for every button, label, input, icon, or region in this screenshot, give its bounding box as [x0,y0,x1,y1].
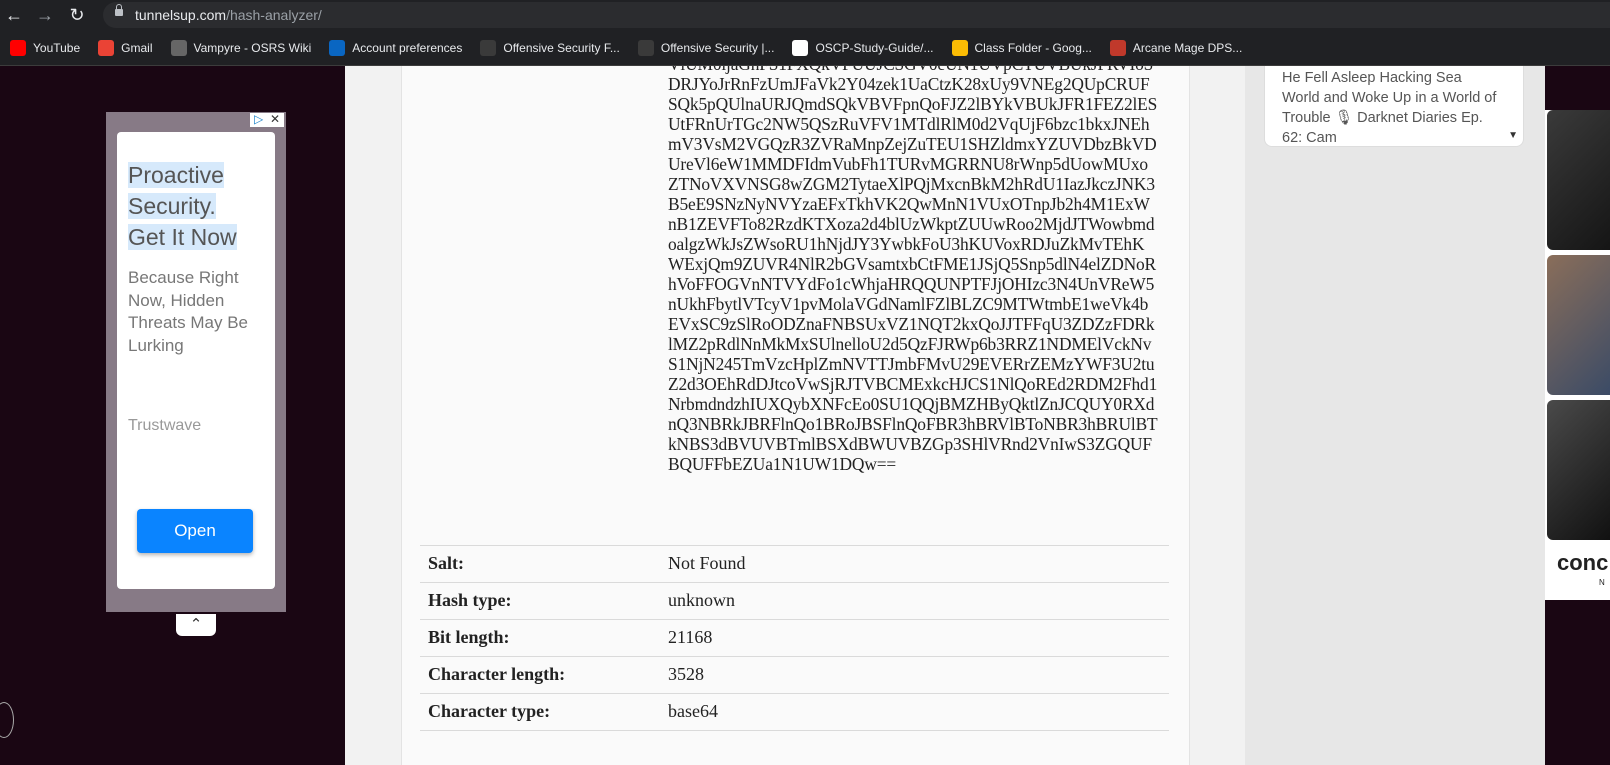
browser-toolbar: ← → ↻ tunnelsup.com/hash-analyzer/ [0,0,1610,30]
bookmark-label: Offensive Security |... [660,40,775,55]
ad-product-image[interactable] [1547,255,1610,395]
ad-brand: Trustwave [128,417,202,434]
bookmarks-bar: YouTube Gmail Vampyre - OSRS Wiki Account p… [0,30,1610,66]
bookmark-label: YouTube [33,40,81,55]
hash-type-value: unknown [668,590,735,610]
right-advertisement[interactable]: conc N [1545,110,1610,600]
offsec-icon [480,39,497,56]
chevron-up-icon[interactable]: ⌃ [176,614,216,636]
bookmark-item[interactable]: Arcane Mage DPS... [1102,35,1250,61]
character-type-value: base64 [668,701,718,721]
bookmark-item[interactable]: Vampyre - OSRS Wiki [163,35,320,61]
character-length-label: Character length: [428,664,566,684]
ad-open-button[interactable]: Open [137,509,253,553]
ad-choices-icon[interactable]: ▷ [254,112,263,126]
bookmark-item[interactable]: Offensive Security |... [630,35,783,61]
ad-headline[interactable]: Proactive Security. Get It Now [128,160,237,253]
bookmark-item[interactable]: Gmail [90,35,160,61]
character-type-label: Character type: [428,701,551,721]
character-length-row: Character length: 3528 [420,656,1169,693]
character-length-value: 3528 [668,664,704,684]
bit-length-row: Bit length: 21168 [420,619,1169,656]
address-bar[interactable]: tunnelsup.com/hash-analyzer/ [103,2,1610,28]
lock-icon [115,4,123,16]
salt-value: Not Found [668,553,746,573]
ad-brand-partial-small: N [1599,578,1605,587]
bookmark-label: Account preferences [352,40,463,55]
bookmark-item[interactable]: Offensive Security F... [472,35,628,61]
bookmark-label: OSCP-Study-Guide/... [815,40,934,55]
right-sidebar [1245,66,1545,765]
osrs-wiki-icon [170,39,187,56]
microphone-icon: 🎙 [1334,110,1354,126]
hash-type-row: Hash type: unknown [420,582,1169,619]
bit-length-value: 21168 [668,627,713,647]
left-advertisement[interactable]: ▷ ✕ Proactive Security. Get It Now Becau… [106,112,286,612]
ad-headline-line-1: Proactive [128,162,224,188]
bookmark-label: Class Folder - Goog... [974,40,1092,55]
bookmark-label: Arcane Mage DPS... [1132,40,1243,55]
ad-product-image[interactable] [1547,400,1610,540]
bookmark-item[interactable]: Class Folder - Goog... [944,35,1100,61]
podcast-title[interactable]: He Fell Asleep Hacking Sea World and Wok… [1282,68,1497,148]
offsec-icon [637,39,654,56]
bookmark-label: Vampyre - OSRS Wiki [193,40,312,55]
result-table: Salt: Not Found Hash type: unknown Bit len… [420,545,1169,731]
github-icon [792,39,809,56]
character-type-row: Character type: base64 [420,693,1169,731]
ad-choices[interactable]: ▷ ✕ [250,112,284,127]
ad-headline-line-3: Get It Now [128,224,237,250]
hash-type-label: Hash type: [428,590,512,610]
url-path: /hash-analyzer/ [226,7,322,23]
ad-body-text: Because Right Now, Hidden Threats May Be… [128,268,248,355]
gmail-icon [98,39,115,56]
floating-button[interactable] [0,702,14,738]
arcane-mage-icon [1109,39,1126,56]
back-arrow-icon[interactable]: ← [3,4,25,26]
salt-label: Salt: [428,553,464,573]
bookmark-item[interactable]: Account preferences [321,35,470,61]
bookmark-item[interactable]: OSCP-Study-Guide/... [784,35,941,61]
podcast-widget[interactable]: He Fell Asleep Hacking Sea World and Wok… [1264,66,1524,147]
salt-row: Salt: Not Found [420,545,1169,582]
url-text: tunnelsup.com/hash-analyzer/ [135,7,322,23]
youtube-icon [10,39,26,56]
dropdown-arrow-icon[interactable]: ▼ [1508,130,1518,141]
reload-icon[interactable]: ↻ [66,4,88,26]
hash-value: VlUM0ljaGhFS1FXQkVFUUJCSGV0eUN1UVpCTUVBU… [668,66,1158,474]
bit-length-label: Bit length: [428,627,510,647]
ad-panel: Proactive Security. Get It Now Because R… [117,132,275,589]
google-drive-icon [951,39,968,56]
ad-brand-partial: conc [1557,550,1609,575]
linkedin-icon [329,39,346,56]
forward-arrow-icon[interactable]: → [34,4,56,26]
bookmark-label: Offensive Security F... [503,40,620,55]
bookmark-label: Gmail [121,40,153,55]
page-content: VlUM0ljaGhFS1FXQkVFUUJCSGV0eUN1UVpCTUVBU… [0,66,1610,765]
ad-close-icon[interactable]: ✕ [270,112,280,126]
ad-headline-line-2: Security. [128,193,216,219]
ad-product-image[interactable] [1547,110,1610,250]
url-domain: tunnelsup.com [135,7,227,23]
bookmark-item[interactable]: YouTube [2,35,88,61]
